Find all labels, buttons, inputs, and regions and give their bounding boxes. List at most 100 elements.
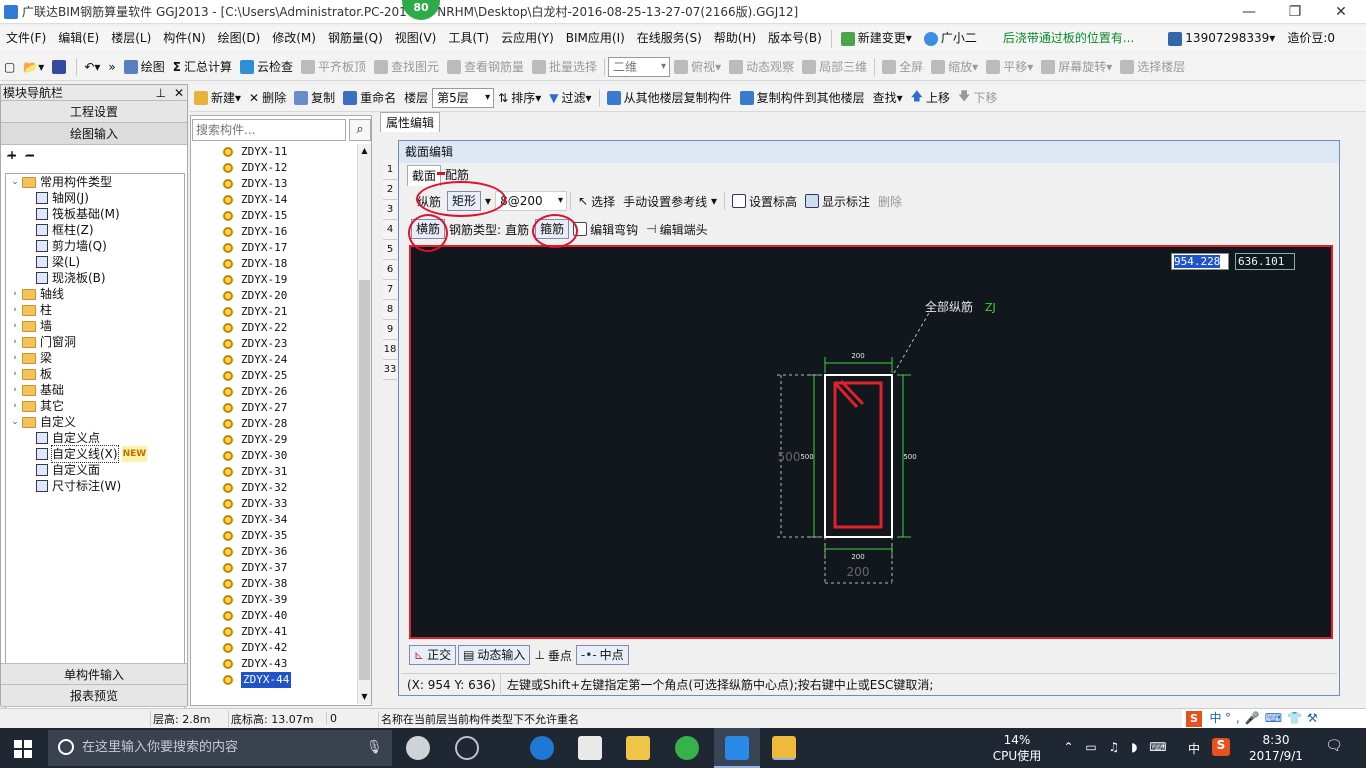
floor-select[interactable]: 第5层 <box>432 87 495 108</box>
menu-online[interactable]: 在线服务(S) <box>631 26 708 51</box>
copy-to-floor-button[interactable]: 复制构件到其他楼层 <box>736 86 869 110</box>
view-mode-select[interactable]: 二维 <box>608 56 671 77</box>
ime-toolbar[interactable]: S 中 °,🎤⌨👕⚒ <box>1182 709 1366 729</box>
task-view-icon[interactable] <box>406 736 430 760</box>
close-button[interactable]: ✕ <box>1318 0 1364 24</box>
tree-node[interactable]: 梁(L) <box>6 254 184 270</box>
expand-icon[interactable]: › <box>10 302 20 318</box>
list-item[interactable]: ZDYX-19 <box>191 272 357 288</box>
list-item[interactable]: ZDYX-11 <box>191 144 357 160</box>
menu-tools[interactable]: 工具(T) <box>442 26 495 51</box>
list-item[interactable]: ZDYX-40 <box>191 608 357 624</box>
stirrup-rebar[interactable] <box>833 381 883 529</box>
scroll-thumb[interactable] <box>359 280 370 680</box>
list-item[interactable]: ZDYX-33 <box>191 496 357 512</box>
tray-icons[interactable]: ⌃ ▭ ♫ ◗ ⌨ <box>1054 740 1180 754</box>
list-item[interactable]: ZDYX-14 <box>191 192 357 208</box>
expand-icon[interactable]: › <box>10 350 20 366</box>
tree-node[interactable]: ⌄ 常用构件类型 <box>6 174 184 190</box>
windows-start-icon[interactable] <box>14 740 32 758</box>
menu-edit[interactable]: 编辑(E) <box>52 26 105 51</box>
list-item[interactable]: ZDYX-37 <box>191 560 357 576</box>
list-item[interactable]: ZDYX-41 <box>191 624 357 640</box>
list-item[interactable]: ZDYX-13 <box>191 176 357 192</box>
edit-hook-button[interactable]: 编辑弯钩 <box>569 217 642 241</box>
list-item[interactable]: ZDYX-22 <box>191 320 357 336</box>
tree-node[interactable]: ⌄ 自定义 <box>6 414 184 430</box>
view-rebar-button[interactable]: 查看钢筋量 <box>443 55 528 79</box>
rename-button[interactable]: 重命名 <box>339 86 400 110</box>
zoom-button[interactable]: 缩放 ▾ <box>927 55 982 79</box>
project-settings-button[interactable]: 工程设置 <box>1 101 187 123</box>
edit-end-button[interactable]: ⊣ 编辑端头 <box>642 217 711 241</box>
filter-button[interactable]: ▼ 过滤 ▾ <box>545 86 595 110</box>
list-scrollbar[interactable]: ▲ ▼ <box>357 144 371 704</box>
list-item[interactable]: ZDYX-31 <box>191 464 357 480</box>
property-row-number[interactable]: 4 <box>383 220 397 240</box>
scroll-up-icon[interactable]: ▲ <box>358 144 371 158</box>
menu-floor[interactable]: 楼层(L) <box>105 26 157 51</box>
tree-node[interactable]: 自定义面 <box>6 462 184 478</box>
tree-node[interactable]: 自定义点 <box>6 430 184 446</box>
notification-icon[interactable]: 🗨 <box>1324 738 1344 754</box>
new-component-button[interactable]: 新建 ▾ <box>190 86 245 110</box>
list-item[interactable]: ZDYX-26 <box>191 384 357 400</box>
dynamic-view-button[interactable]: 动态观察 <box>725 55 798 79</box>
tree-node[interactable]: › 门窗洞 <box>6 334 184 350</box>
property-edit-tab[interactable]: 属性编辑 <box>380 112 440 132</box>
select-floor-button[interactable]: 选择楼层 <box>1116 55 1189 79</box>
property-row-number[interactable]: 18 <box>383 340 397 360</box>
menu-help[interactable]: 帮助(H) <box>708 26 762 51</box>
cloud-check-button[interactable]: 云检查 <box>236 55 297 79</box>
top-view-button[interactable]: 俯视 ▾ <box>670 55 725 79</box>
property-row-number[interactable]: 2 <box>383 180 397 200</box>
sogou-tray-icon[interactable]: S <box>1212 738 1230 756</box>
rebar-type-value[interactable]: 直筋 <box>505 217 529 241</box>
search-icon[interactable]: ⌕ <box>349 119 371 141</box>
tree-node[interactable]: › 其它 <box>6 398 184 414</box>
section-canvas[interactable]: 954.228 636.101 200 200 500 500 500 200 … <box>409 245 1333 639</box>
list-item[interactable]: ZDYX-18 <box>191 256 357 272</box>
list-item[interactable]: ZDYX-16 <box>191 224 357 240</box>
menu-bim[interactable]: BIM应用(I) <box>560 26 631 51</box>
set-elevation-button[interactable]: 设置标高 <box>728 189 801 213</box>
minimize-button[interactable]: — <box>1226 0 1272 24</box>
list-item[interactable]: ZDYX-24 <box>191 352 357 368</box>
list-item[interactable]: ZDYX-23 <box>191 336 357 352</box>
ref-line-button[interactable]: 手动设置参考线 ▾ <box>619 189 721 213</box>
property-row-number[interactable]: 7 <box>383 280 397 300</box>
edge-browser-icon[interactable] <box>530 736 554 760</box>
tree-node[interactable]: 自定义线(X) NEW <box>6 445 184 463</box>
hint-link[interactable]: 后浇带通过板的位置有... <box>997 26 1140 51</box>
tree-node[interactable]: 现浇板(B) <box>6 270 184 286</box>
new-file-button[interactable]: ▢ <box>0 55 19 79</box>
property-row-number[interactable]: 3 <box>383 200 397 220</box>
tree-node[interactable]: › 墙 <box>6 318 184 334</box>
delete-component-button[interactable]: ✕ 删除 <box>245 86 290 110</box>
copy-component-button[interactable]: 复制 <box>290 86 339 110</box>
list-item[interactable]: ZDYX-17 <box>191 240 357 256</box>
flat-top-button[interactable]: 平齐板顶 <box>297 55 370 79</box>
scroll-down-icon[interactable]: ▼ <box>358 690 371 704</box>
rotate-button[interactable]: 屏幕旋转 ▾ <box>1037 55 1116 79</box>
tree-node[interactable]: › 基础 <box>6 382 184 398</box>
file-explorer-icon[interactable] <box>626 736 650 760</box>
list-item[interactable]: ZDYX-21 <box>191 304 357 320</box>
menu-version[interactable]: 版本号(B) <box>762 26 828 51</box>
property-row-number[interactable]: 1 <box>383 160 397 180</box>
list-item[interactable]: ZDYX-27 <box>191 400 357 416</box>
list-item[interactable]: ZDYX-30 <box>191 448 357 464</box>
pin-icon[interactable]: ⊥ <box>155 85 165 101</box>
find-button[interactable]: 查找 ▾ <box>869 86 907 110</box>
expand-icon[interactable]: › <box>10 382 20 398</box>
property-row-number[interactable]: 9 <box>383 320 397 340</box>
property-row-number[interactable]: 6 <box>383 260 397 280</box>
list-item[interactable]: ZDYX-12 <box>191 160 357 176</box>
list-item[interactable]: ZDYX-38 <box>191 576 357 592</box>
sum-button[interactable]: Σ 汇总计算 <box>169 55 236 79</box>
tab-section[interactable]: 截面 <box>407 164 442 186</box>
cpu-monitor[interactable]: 14% CPU使用 <box>992 732 1042 764</box>
copy-from-floor-button[interactable]: 从其他楼层复制构件 <box>603 86 736 110</box>
list-item[interactable]: ZDYX-39 <box>191 592 357 608</box>
expand-icon[interactable]: › <box>10 318 20 334</box>
